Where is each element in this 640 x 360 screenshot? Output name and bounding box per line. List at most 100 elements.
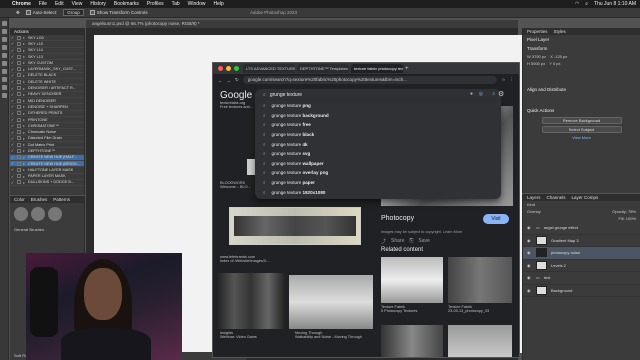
check-icon[interactable]: ✓: [10, 142, 15, 147]
dialog-toggle[interactable]: [17, 54, 21, 59]
dialog-toggle[interactable]: [17, 67, 21, 72]
check-icon[interactable]: ✓: [10, 111, 15, 116]
check-icon[interactable]: ✓: [10, 60, 15, 65]
menu-file[interactable]: File: [39, 1, 47, 7]
crop-tool-icon[interactable]: [2, 45, 7, 50]
check-icon[interactable]: ✓: [10, 41, 15, 46]
search-icon[interactable]: ⌕: [585, 1, 588, 7]
close-icon[interactable]: [218, 66, 223, 71]
suggestion-item[interactable]: ⌕ grunge texture free: [255, 120, 501, 130]
auto-select-dropdown[interactable]: Group: [63, 9, 84, 16]
address-bar[interactable]: google.com/search?q=texture%20fabric%20p…: [242, 76, 498, 84]
new-tab-icon[interactable]: +: [405, 66, 409, 72]
google-logo[interactable]: Google: [220, 90, 252, 101]
tab-properties[interactable]: Properties: [527, 29, 548, 34]
menu-bookmarks[interactable]: Bookmarks: [114, 1, 139, 7]
check-icon[interactable]: ✓: [10, 130, 15, 135]
dialog-toggle[interactable]: [17, 60, 21, 65]
visibility-eye-icon[interactable]: ◉: [527, 275, 532, 280]
result-card[interactable]: Moving Through Walkability and Noise - M…: [295, 331, 375, 339]
check-icon[interactable]: ✓: [10, 67, 15, 72]
blend-mode-dropdown[interactable]: Overlay: [527, 209, 541, 214]
dialog-toggle[interactable]: [17, 155, 21, 160]
check-icon[interactable]: ✓: [10, 35, 15, 40]
save-label[interactable]: Save: [418, 238, 429, 245]
tab-layers[interactable]: Layers: [527, 195, 541, 200]
menu-view[interactable]: View: [72, 1, 83, 7]
width-field[interactable]: W 3750 px: [527, 54, 546, 59]
auto-select-checkbox[interactable]: Auto-Select:: [25, 10, 57, 16]
visibility-eye-icon[interactable]: ◉: [527, 250, 532, 255]
visit-button[interactable]: Visit: [483, 214, 509, 224]
search-input[interactable]: ⌕ grunge texture ● ◎ ⌕: [255, 89, 501, 101]
hand-tool-icon[interactable]: [2, 85, 7, 90]
save-icon[interactable]: ⎘: [409, 238, 413, 245]
share-label[interactable]: Share: [391, 238, 404, 245]
suggestion-item[interactable]: ⌕ grunge texture overlay png: [255, 168, 501, 178]
brush-group[interactable]: General Brushes: [10, 225, 84, 234]
move-tool-icon[interactable]: ✥: [16, 10, 20, 16]
check-icon[interactable]: ✓: [10, 98, 15, 103]
check-icon[interactable]: ✓: [10, 155, 15, 160]
menu-profiles[interactable]: Profiles: [147, 1, 164, 7]
check-icon[interactable]: ✓: [10, 174, 15, 179]
show-transform-checkbox[interactable]: Show Transform Controls: [89, 10, 148, 16]
check-icon[interactable]: ✓: [10, 54, 15, 59]
suggestion-item[interactable]: ⌕ grunge texture wallpaper: [255, 159, 501, 169]
result-image[interactable]: [289, 275, 373, 329]
suggestion-item[interactable]: ⌕ grunge texture svg: [255, 149, 501, 159]
related-image[interactable]: [448, 257, 512, 303]
tab-styles[interactable]: Styles: [554, 29, 566, 34]
dialog-toggle[interactable]: [17, 161, 21, 166]
result-card[interactable]: www.lefebrands.com Index of /Website/Ima…: [220, 255, 370, 263]
mic-icon[interactable]: ●: [470, 91, 473, 97]
dialog-toggle[interactable]: [17, 174, 21, 179]
type-tool-icon[interactable]: [2, 77, 7, 82]
move-tool-icon[interactable]: [2, 21, 7, 26]
dialog-toggle[interactable]: [17, 35, 21, 40]
forward-icon[interactable]: →: [227, 78, 232, 83]
gradient-tool-icon[interactable]: [2, 69, 7, 74]
document-tab[interactable]: angelsunn1.psd @ 66.7% (photocopy noise,…: [86, 20, 518, 28]
layer-row[interactable]: ◉ Gradient Map 3: [523, 235, 640, 247]
brush-tool-icon[interactable]: [2, 53, 7, 58]
visibility-eye-icon[interactable]: ◉: [527, 225, 532, 230]
dialog-toggle[interactable]: [17, 130, 21, 135]
menu-history[interactable]: History: [90, 1, 106, 7]
check-icon[interactable]: ✓: [10, 92, 15, 97]
actions-tab[interactable]: Actions: [10, 28, 84, 35]
kind-filter[interactable]: Kind: [527, 202, 535, 207]
dialog-toggle[interactable]: [17, 180, 21, 185]
zoom-tool-icon[interactable]: [2, 93, 7, 98]
check-icon[interactable]: ✓: [10, 136, 15, 141]
view-more-link[interactable]: View More: [523, 135, 640, 140]
check-icon[interactable]: ✓: [10, 117, 15, 122]
tab-brushes[interactable]: Brushes: [31, 197, 48, 202]
lasso-tool-icon[interactable]: [2, 37, 7, 42]
layer-row[interactable]: ◉ ▭ text: [523, 272, 640, 285]
related-card[interactable]: Texture Fabrik 5 Photocopy Textures: [381, 305, 443, 313]
suggestion-item[interactable]: ⌕ grunge texture png: [255, 101, 501, 111]
dialog-toggle[interactable]: [17, 111, 21, 116]
back-icon[interactable]: ←: [218, 78, 223, 83]
menubar-app-name[interactable]: Chrome: [12, 1, 31, 7]
dialog-toggle[interactable]: [17, 117, 21, 122]
layer-row[interactable]: ◉ Levels 2: [523, 260, 640, 272]
result-card[interactable]: Insights Webinar: Video Gains: [220, 331, 288, 339]
star-icon[interactable]: ☆: [501, 77, 505, 83]
search-submit-icon[interactable]: ⌕: [492, 91, 495, 97]
menubar-clock[interactable]: Thu Jun 8 1:10 AM: [594, 1, 636, 7]
brush-preset[interactable]: [48, 207, 62, 221]
visibility-eye-icon[interactable]: ◉: [527, 263, 532, 268]
settings-icon[interactable]: ⚙: [498, 90, 504, 98]
dialog-toggle[interactable]: [17, 148, 21, 153]
related-image[interactable]: [381, 257, 443, 303]
visibility-eye-icon[interactable]: ◉: [527, 238, 532, 243]
result-card[interactable]: texturelabs.org Free textures and...: [220, 101, 253, 121]
result-image[interactable]: [217, 273, 285, 329]
check-icon[interactable]: ✓: [10, 79, 15, 84]
select-subject-button[interactable]: Select Subject: [541, 126, 622, 133]
check-icon[interactable]: ✓: [10, 104, 15, 109]
menu-icon[interactable]: ⋮: [510, 77, 515, 83]
dialog-toggle[interactable]: [17, 136, 21, 141]
